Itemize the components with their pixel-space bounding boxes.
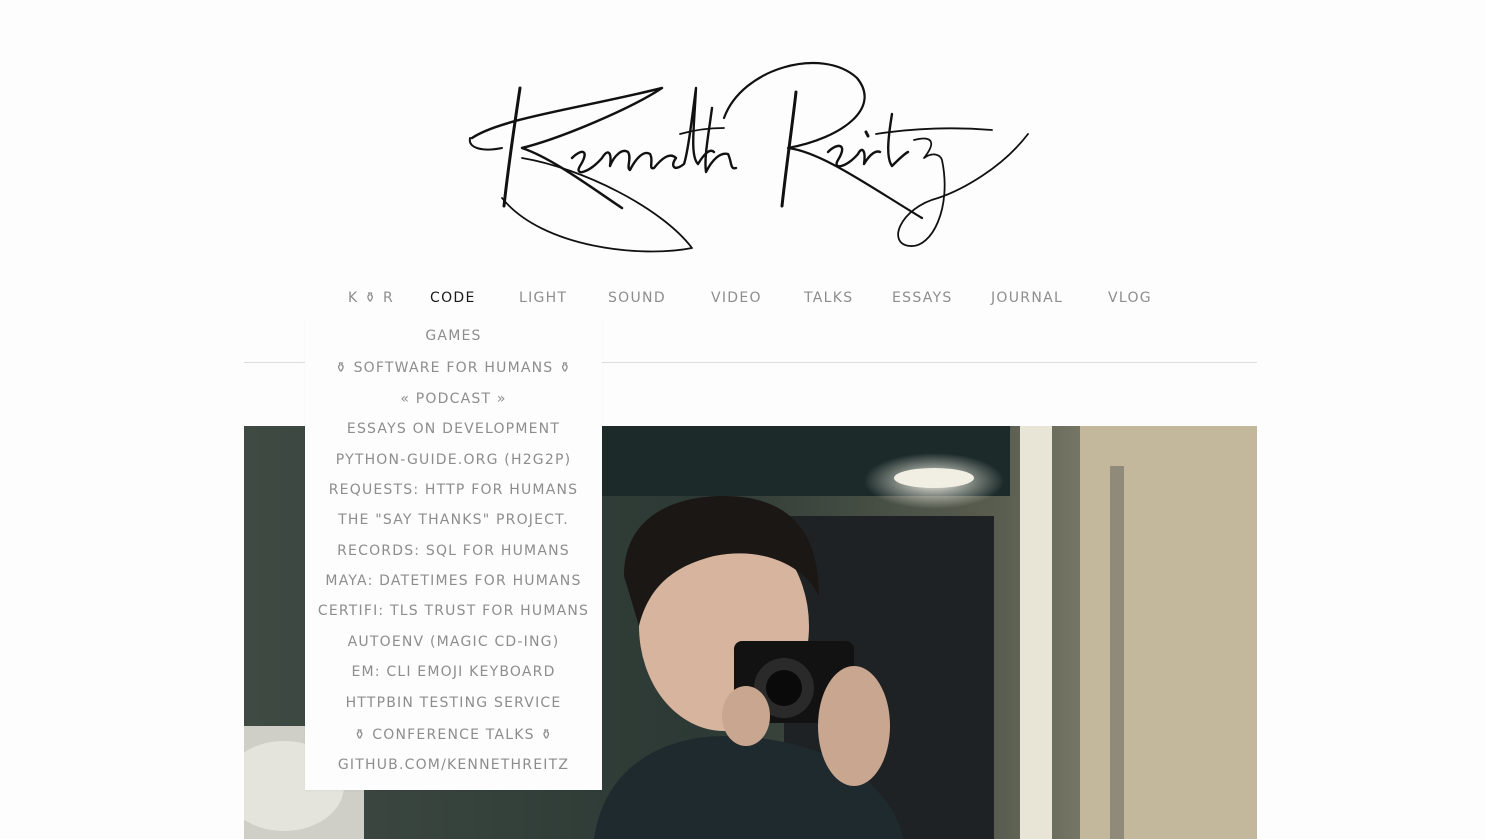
dropdown-item-autoenv[interactable]: AUTOENV (MAGIC CD-ING) [305,632,602,652]
dropdown-item-software-for-humans[interactable]: ⚱ SOFTWARE FOR HUMANS ⚱ [305,358,602,378]
dropdown-item-games[interactable]: GAMES [305,326,602,346]
dropdown-item-essays-on-development[interactable]: ESSAYS ON DEVELOPMENT [305,419,602,439]
dropdown-item-records[interactable]: RECORDS: SQL FOR HUMANS [305,541,602,561]
nav-item-talks[interactable]: TALKS [804,287,853,309]
dropdown-item-maya[interactable]: MAYA: DATETIMES FOR HUMANS [305,571,602,591]
nav-item-code[interactable]: CODE [430,287,476,309]
dropdown-item-httpbin[interactable]: HTTPBIN TESTING SERVICE [305,693,602,713]
dropdown-item-requests[interactable]: REQUESTS: HTTP FOR HUMANS [305,480,602,500]
nav-item-vlog[interactable]: VLOG [1108,287,1152,309]
site-logo[interactable] [462,48,1038,258]
dropdown-item-python-guide[interactable]: PYTHON-GUIDE.ORG (H2G2P) [305,450,602,470]
dropdown-item-podcast[interactable]: « PODCAST » [305,389,602,409]
code-dropdown-menu: GAMES ⚱ SOFTWARE FOR HUMANS ⚱ « PODCAST … [305,320,602,790]
signature-logo [468,62,1029,253]
nav-item-light[interactable]: LIGHT [519,287,567,309]
nav-item-home[interactable]: K ⚱ R [348,287,394,309]
nav-item-journal[interactable]: JOURNAL [991,287,1063,309]
nav-item-essays[interactable]: ESSAYS [892,287,953,309]
dropdown-item-say-thanks[interactable]: THE "SAY THANKS" PROJECT. [305,510,602,530]
dropdown-item-github[interactable]: GITHUB.COM/KENNETHREITZ [305,755,602,775]
dropdown-item-em[interactable]: EM: CLI EMOJI KEYBOARD [305,662,602,682]
main-nav: K ⚱ R CODE LIGHT SOUND VIDEO TALKS ESSAY… [0,287,1485,311]
dropdown-item-certifi[interactable]: CERTIFI: TLS TRUST FOR HUMANS [305,601,602,621]
dropdown-item-conference-talks[interactable]: ⚱ CONFERENCE TALKS ⚱ [305,725,602,745]
nav-item-sound[interactable]: SOUND [608,287,666,309]
nav-item-video[interactable]: VIDEO [711,287,762,309]
